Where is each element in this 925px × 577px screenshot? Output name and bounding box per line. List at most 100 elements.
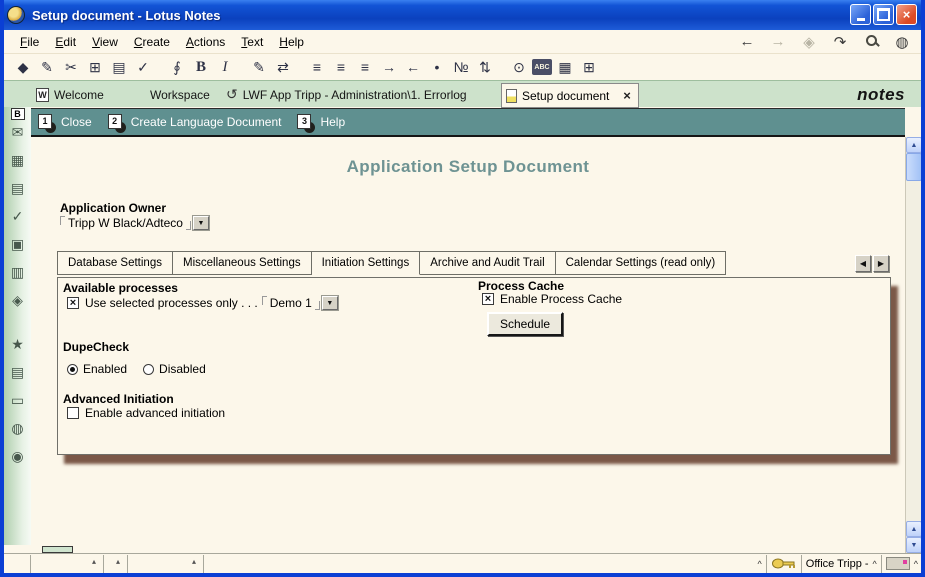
window-title: Setup document - Lotus Notes [32, 8, 221, 23]
dupecheck-disabled-radio[interactable] [143, 364, 154, 375]
process-value: Demo 1 [270, 296, 312, 310]
flashlight-icon[interactable]: ⊙ [508, 56, 530, 78]
section-expand-marker[interactable]: ▴ [192, 557, 196, 566]
tab-welcome[interactable]: W Welcome [36, 81, 104, 108]
replicator-bookmark-icon[interactable]: ▣ [7, 233, 29, 255]
bold-icon[interactable]: B [190, 56, 212, 78]
tab-archive-audit-trail[interactable]: Archive and Audit Trail [420, 252, 555, 274]
scroll-down-icon[interactable]: ▼ [906, 537, 922, 553]
tab-database-settings[interactable]: Database Settings [58, 252, 173, 274]
calendar-bookmark-icon[interactable]: ▦ [7, 149, 29, 171]
sign-icon[interactable]: ✓ [132, 56, 154, 78]
minimize-button[interactable] [850, 4, 871, 25]
action-close[interactable]: 1 Close [38, 114, 92, 131]
menu-actions[interactable]: Actions [178, 33, 233, 51]
menu-edit[interactable]: Edit [47, 33, 84, 51]
enable-advanced-initiation-checkbox[interactable] [67, 407, 79, 419]
maximize-button[interactable] [873, 4, 894, 25]
preview-icon[interactable]: ▦ [554, 56, 576, 78]
favorites-bookmark-icon[interactable]: ★ [7, 333, 29, 355]
scroll-up-bottom-icon[interactable]: ▲ [906, 521, 922, 537]
section-expand-marker[interactable]: ▴ [116, 557, 120, 566]
use-selected-processes-checkbox[interactable]: × [67, 297, 79, 309]
tab-workspace[interactable]: Workspace [150, 81, 210, 108]
cut-icon[interactable]: ✂ [60, 56, 82, 78]
section-expand-marker[interactable]: ▴ [92, 557, 96, 566]
mail-popup-caret[interactable]: ^ [914, 559, 918, 569]
sort-icon[interactable]: ⇅ [474, 56, 496, 78]
action-create-language-document[interactable]: 2 Create Language Document [108, 114, 282, 131]
tab-initiation-settings[interactable]: Initiation Settings [312, 252, 421, 275]
application-owner-field[interactable]: Tripp W Black/Adteco ▼ [60, 216, 209, 230]
status-popup-caret[interactable]: ^ [758, 559, 762, 569]
mail-status-icon[interactable] [886, 557, 910, 570]
menu-view[interactable]: View [84, 33, 126, 51]
scrollbar-track[interactable] [906, 181, 921, 521]
mail-bookmark-icon[interactable]: ✉ [7, 121, 29, 143]
schedule-button[interactable]: Schedule [487, 312, 563, 336]
location-status[interactable]: Office Tripp - [806, 558, 869, 570]
horizontal-scroll-thumb[interactable] [42, 546, 73, 553]
go-back-icon[interactable]: ← [736, 33, 758, 50]
spellcheck-icon[interactable]: ABC [532, 59, 552, 75]
open-url-icon[interactable]: ◍ [891, 33, 913, 51]
bookmark-folder2-icon[interactable]: ◈ [7, 289, 29, 311]
scroll-up-icon[interactable]: ▲ [906, 137, 922, 153]
menu-create[interactable]: Create [126, 33, 178, 51]
process-dropdown-button[interactable]: ▼ [322, 296, 338, 310]
menu-file[interactable]: File [12, 33, 47, 51]
internet-bookmark-icon[interactable]: ◍ [7, 417, 29, 439]
application-owner-value: Tripp W Black/Adteco [68, 216, 183, 230]
vertical-scrollbar[interactable]: ▲ ▲ ▼ [905, 137, 921, 553]
stop-icon[interactable]: ◈ [798, 33, 820, 51]
dupecheck-enabled-radio[interactable] [67, 364, 78, 375]
close-window-button[interactable]: × [896, 4, 917, 25]
create-table-icon[interactable]: ⊞ [578, 56, 600, 78]
copy-icon[interactable]: ⊞ [84, 56, 106, 78]
paste-icon[interactable]: ▤ [108, 56, 130, 78]
action-help[interactable]: 3 Help [297, 114, 345, 131]
application-owner-label: Application Owner [60, 201, 166, 215]
refresh-icon[interactable]: ↷ [829, 33, 851, 51]
tab-calendar-settings[interactable]: Calendar Settings (read only) [556, 252, 727, 274]
align-right-icon[interactable]: ≡ [354, 56, 376, 78]
menu-help[interactable]: Help [271, 33, 312, 51]
text-wrap-icon[interactable]: ⇄ [272, 56, 294, 78]
align-center-icon[interactable]: ≡ [330, 56, 352, 78]
owner-dropdown-button[interactable]: ▼ [193, 216, 209, 230]
groupware-bookmark-icon[interactable]: ◉ [7, 445, 29, 467]
tab-scroll-left-icon[interactable]: ◀ [855, 255, 871, 272]
tab-setup-document[interactable]: Setup document × [501, 83, 639, 108]
tab-miscellaneous-settings[interactable]: Miscellaneous Settings [173, 252, 312, 274]
highlighter-icon[interactable]: ✎ [248, 56, 270, 78]
enable-process-cache-checkbox[interactable]: × [482, 293, 494, 305]
attach-file-icon[interactable]: ∮ [166, 56, 188, 78]
contacts-bookmark-icon[interactable]: ▤ [7, 177, 29, 199]
scrollbar-thumb[interactable] [906, 153, 922, 181]
bookmark-folder-icon[interactable]: ▥ [7, 261, 29, 283]
todo-bookmark-icon[interactable]: ✓ [7, 205, 29, 227]
edit-document-icon[interactable]: ✎ [36, 56, 58, 78]
outdent-icon[interactable]: ← [402, 56, 424, 78]
tab-scroll-right-icon[interactable]: ▶ [873, 255, 889, 272]
field-close-marker [315, 301, 320, 310]
folder-bookmark-icon[interactable]: ▭ [7, 389, 29, 411]
align-left-icon[interactable]: ≡ [306, 56, 328, 78]
bullet-list-icon[interactable]: • [426, 56, 448, 78]
welcome-tab-icon: W [36, 88, 49, 102]
properties-icon[interactable]: ◆ [12, 56, 34, 78]
close-tab-icon[interactable]: × [620, 88, 634, 103]
databases-bookmark-icon[interactable]: ▤ [7, 361, 29, 383]
window-border-bottom [0, 573, 925, 577]
tab-errorlog[interactable]: ↺ LWF App Tripp - Administration\1. Erro… [226, 81, 467, 108]
indent-icon[interactable]: → [378, 56, 400, 78]
go-forward-icon[interactable]: → [767, 33, 789, 50]
search-icon[interactable] [860, 33, 882, 50]
location-popup-caret[interactable]: ^ [873, 559, 877, 569]
menu-text[interactable]: Text [233, 33, 271, 51]
action-1-icon: 1 [38, 114, 54, 131]
italic-icon[interactable]: I [214, 56, 236, 78]
title-bar: Setup document - Lotus Notes × [0, 0, 925, 30]
numbered-list-icon[interactable]: № [450, 56, 472, 78]
security-key-icon[interactable] [771, 557, 797, 570]
